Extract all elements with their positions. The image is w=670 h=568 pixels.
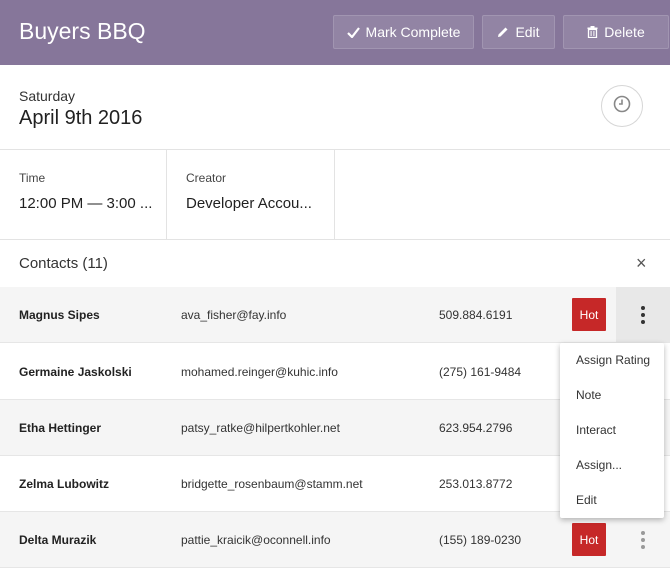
contact-phone: (275) 161-9484 xyxy=(439,365,522,379)
table-row[interactable]: Magnus Sipes ava_fisher@fay.info 509.884… xyxy=(0,287,670,343)
clock-icon xyxy=(613,95,631,118)
table-row[interactable]: Delta Murazik pattie_kraicik@oconnell.in… xyxy=(0,512,670,568)
app-header: Buyers BBQ Mark Complete Edit Delete xyxy=(0,0,670,65)
menu-item-note[interactable]: Note xyxy=(560,378,664,413)
menu-item-interact[interactable]: Interact xyxy=(560,413,664,448)
contact-name: Delta Murazik xyxy=(19,533,97,547)
hot-badge: Hot xyxy=(572,298,606,331)
more-vertical-icon xyxy=(641,305,645,324)
time-label: Time xyxy=(19,171,46,185)
trash-icon xyxy=(587,26,598,38)
contacts-header: Contacts (11) × xyxy=(0,240,670,287)
creator-cell: Creator Developer Accou... xyxy=(167,150,335,239)
contact-email: ava_fisher@fay.info xyxy=(181,308,287,322)
close-icon[interactable]: × xyxy=(636,254,647,272)
contact-phone: 253.013.8772 xyxy=(439,477,513,491)
event-info-row: Time 12:00 PM — 3:00 ... Creator Develop… xyxy=(0,150,670,240)
contact-phone: 509.884.6191 xyxy=(439,308,513,322)
time-value: 12:00 PM — 3:00 ... xyxy=(19,195,153,212)
pencil-icon xyxy=(497,26,509,38)
contact-email: patsy_ratke@hilpertkohler.net xyxy=(181,421,340,435)
contact-email: pattie_kraicik@oconnell.info xyxy=(181,533,331,547)
page-title: Buyers BBQ xyxy=(19,18,146,44)
creator-value: Developer Accou... xyxy=(186,195,312,212)
contacts-title: Contacts (11) xyxy=(19,255,108,272)
contact-name: Etha Hettinger xyxy=(19,421,102,435)
menu-item-assign-rating[interactable]: Assign Rating xyxy=(560,343,664,378)
contact-phone: 623.954.2796 xyxy=(439,421,513,435)
creator-label: Creator xyxy=(186,171,227,185)
menu-item-assign[interactable]: Assign... xyxy=(560,448,664,483)
contact-name: Magnus Sipes xyxy=(19,308,100,322)
event-date-section: Saturday April 9th 2016 xyxy=(0,65,670,150)
event-day: Saturday xyxy=(19,88,76,104)
edit-button[interactable]: Edit xyxy=(482,15,555,49)
contact-email: bridgette_rosenbaum@stamm.net xyxy=(181,477,363,491)
menu-item-edit[interactable]: Edit xyxy=(560,483,664,518)
more-vertical-icon xyxy=(641,530,645,549)
time-cell: Time 12:00 PM — 3:00 ... xyxy=(0,150,167,239)
edit-label: Edit xyxy=(515,24,540,40)
mark-complete-button[interactable]: Mark Complete xyxy=(333,15,474,49)
contact-name: Germaine Jaskolski xyxy=(19,365,132,379)
event-date: April 9th 2016 xyxy=(19,107,143,129)
delete-label: Delete xyxy=(604,24,645,40)
contact-name: Zelma Lubowitz xyxy=(19,477,109,491)
row-action-menu: Assign Rating Note Interact Assign... Ed… xyxy=(560,343,664,518)
contact-phone: (155) 189-0230 xyxy=(439,533,522,547)
delete-button[interactable]: Delete xyxy=(563,15,669,49)
hot-badge: Hot xyxy=(572,523,606,556)
checkmark-icon xyxy=(346,26,360,38)
mark-complete-label: Mark Complete xyxy=(365,24,461,40)
contact-email: mohamed.reinger@kuhic.info xyxy=(181,365,338,379)
clock-button[interactable] xyxy=(601,85,643,127)
row-menu-button[interactable] xyxy=(616,287,670,342)
row-menu-button[interactable] xyxy=(616,512,670,567)
